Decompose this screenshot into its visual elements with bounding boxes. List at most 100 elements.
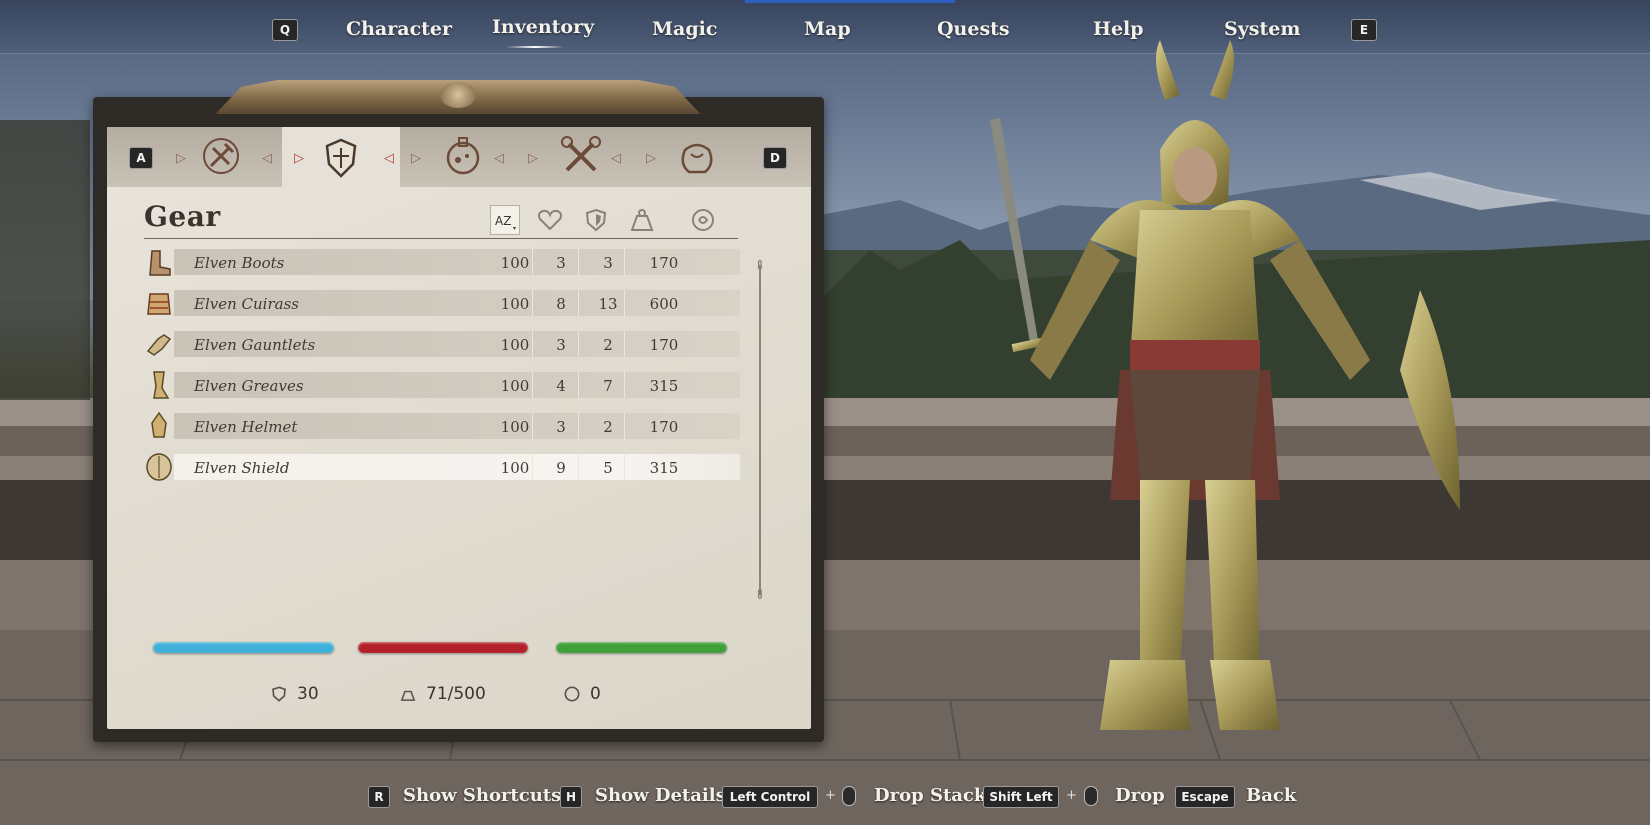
tab-arrow-icon: ▷ — [176, 151, 186, 166]
tab-tools[interactable] — [522, 127, 640, 185]
column-separator — [532, 413, 533, 439]
cuirass-icon — [147, 293, 171, 315]
item-row[interactable]: Elven Helmet 100 3 2 170 — [144, 409, 740, 443]
item-name: Elven Cuirass — [194, 295, 299, 313]
drop-stack-hint[interactable]: Drop Stack — [874, 785, 986, 806]
armor-rating-value: 30 — [297, 684, 319, 704]
column-separator — [532, 454, 533, 480]
sort-armor-button[interactable] — [581, 205, 611, 235]
item-name: Elven Greaves — [194, 377, 304, 395]
sort-value-button[interactable] — [688, 205, 718, 235]
shield — [1400, 290, 1460, 510]
column-separator — [532, 331, 533, 357]
nav-tab-map[interactable]: Map — [804, 18, 851, 40]
scroll-down-icon[interactable]: ⇕ — [752, 587, 768, 603]
column-separator — [624, 454, 625, 480]
greaves-icon — [153, 371, 170, 399]
item-value: 170 — [649, 418, 679, 436]
drop-hint[interactable]: Drop — [1115, 785, 1165, 806]
top-accent-line — [745, 0, 955, 3]
weapons-icon — [203, 138, 239, 174]
mouse-icon — [842, 786, 856, 806]
helmet-icon — [151, 411, 167, 438]
item-row[interactable]: Elven Greaves 100 4 7 315 — [144, 368, 740, 402]
details-key[interactable]: H — [560, 786, 582, 808]
weight-icon — [400, 690, 416, 701]
tab-potions[interactable] — [404, 127, 522, 185]
column-separator — [578, 290, 579, 316]
tab-prev-key[interactable]: A — [129, 147, 153, 169]
magicka-bar — [153, 642, 334, 653]
plus-sign: + — [825, 788, 836, 803]
column-separator — [624, 249, 625, 275]
header-divider — [144, 238, 738, 239]
tab-arrow-icon: ◁ — [384, 151, 394, 166]
column-separator — [532, 249, 533, 275]
sort-condition-button[interactable] — [535, 205, 565, 235]
nav-tab-magic[interactable]: Magic — [652, 18, 717, 40]
item-name: Elven Shield — [194, 459, 290, 477]
armor-icon — [325, 138, 357, 178]
scrollbar[interactable] — [759, 265, 761, 595]
sword — [990, 118, 1038, 342]
column-separator — [624, 290, 625, 316]
shortcuts-key[interactable]: R — [368, 786, 390, 808]
misc-bag-icon — [681, 143, 713, 174]
column-separator — [578, 372, 579, 398]
show-shortcuts-hint[interactable]: Show Shortcuts — [403, 785, 561, 806]
show-details-hint[interactable]: Show Details — [595, 785, 726, 806]
item-row[interactable]: Elven Cuirass 100 8 13 600 — [144, 286, 740, 320]
sort-weight-button[interactable] — [627, 205, 657, 235]
shift-left-key[interactable]: Shift Left — [983, 786, 1059, 808]
back-hint[interactable]: Back — [1246, 785, 1296, 806]
value-coin-icon — [692, 209, 714, 231]
nav-prev-key[interactable]: Q — [272, 19, 298, 41]
nav-tab-quests[interactable]: Quests — [937, 18, 1010, 40]
fatigue-bar — [556, 642, 727, 653]
left-control-key[interactable]: Left Control — [722, 786, 818, 808]
column-separator — [532, 290, 533, 316]
tab-next-key[interactable]: D — [763, 147, 787, 169]
potions-icon — [446, 137, 480, 175]
item-row[interactable]: Elven Shield 100 9 5 315 — [144, 450, 740, 484]
tools-icon — [561, 136, 601, 172]
health-heart-icon — [538, 209, 562, 231]
health-bar — [358, 642, 528, 653]
column-separator — [578, 331, 579, 357]
item-value: 315 — [649, 377, 679, 395]
nav-active-indicator — [506, 46, 564, 48]
nav-next-key[interactable]: E — [1351, 19, 1377, 41]
column-separator — [532, 372, 533, 398]
item-row[interactable]: Elven Boots 100 3 3 170 — [144, 245, 740, 279]
boots-icon — [149, 250, 171, 276]
nav-tab-inventory[interactable]: Inventory — [492, 16, 594, 38]
nav-tab-help[interactable]: Help — [1093, 18, 1144, 40]
tab-arrow-icon: ▷ — [411, 151, 421, 166]
column-separator — [624, 413, 625, 439]
tab-arrow-icon: ▷ — [646, 151, 656, 166]
column-separator — [578, 413, 579, 439]
tab-arrow-icon: ◁ — [494, 151, 504, 166]
nav-tab-system[interactable]: System — [1224, 18, 1300, 40]
item-name: Elven Boots — [194, 254, 285, 272]
item-value: 170 — [649, 254, 679, 272]
panel-title: Gear — [144, 200, 221, 233]
tab-arrow-icon: ◁ — [262, 151, 272, 166]
shield-icon — [146, 453, 172, 481]
nav-tab-character[interactable]: Character — [346, 18, 452, 40]
tab-arrow-icon: ▷ — [294, 151, 304, 166]
escape-key[interactable]: Escape — [1175, 786, 1235, 808]
sort-az-button[interactable]: AZ — [490, 205, 520, 235]
item-value: 315 — [649, 459, 679, 477]
item-row[interactable]: Elven Gauntlets 100 3 2 170 — [144, 327, 740, 361]
value-coin-icon — [564, 686, 580, 702]
armor-rating-stat: 30 — [271, 684, 319, 704]
tab-arrow-icon: ◁ — [611, 151, 621, 166]
encumbrance-stat: 71/500 — [400, 684, 486, 704]
mouse-icon — [1084, 786, 1098, 806]
encumbrance-value: 71/500 — [426, 684, 486, 704]
weight-icon — [630, 209, 654, 231]
gauntlets-icon — [146, 334, 172, 356]
column-separator — [578, 454, 579, 480]
svg-text:AZ: AZ — [495, 214, 511, 228]
